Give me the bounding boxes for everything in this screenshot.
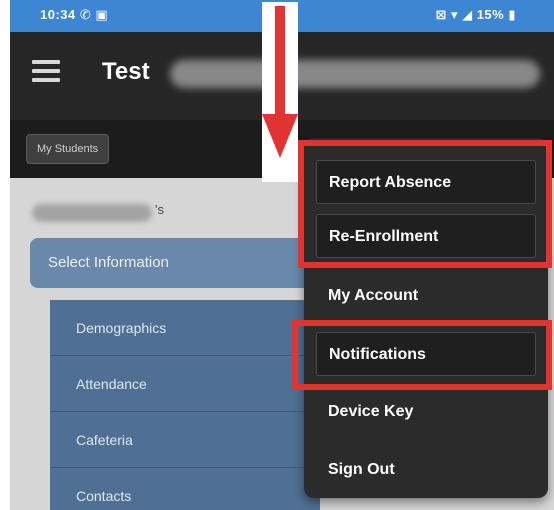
student-name-suffix: 's: [155, 202, 164, 217]
list-item-demographics[interactable]: Demographics: [50, 300, 320, 356]
menu-item-sign-out[interactable]: Sign Out: [316, 448, 536, 492]
menu-item-device-key[interactable]: Device Key: [316, 390, 536, 434]
menu-item-my-account[interactable]: My Account: [316, 274, 536, 318]
highlight-box-notifications: [292, 320, 552, 390]
down-arrow-icon: [262, 2, 298, 182]
hamburger-menu-icon[interactable]: [32, 60, 60, 82]
my-students-button[interactable]: My Students: [26, 134, 110, 164]
list-item-attendance[interactable]: Attendance: [50, 356, 320, 412]
highlight-box-absence-reenrollment: [298, 140, 552, 268]
status-indicators: ⊠ ▾ ◢ 15% ▮: [435, 7, 516, 22]
app-title: Test: [102, 58, 150, 85]
status-time: 10:34 ✆ ▣: [40, 7, 109, 22]
list-item-cafeteria[interactable]: Cafeteria: [50, 412, 320, 468]
list-item-contacts[interactable]: Contacts: [50, 468, 320, 510]
phone-screen: 10:34 ✆ ▣ ⊠ ▾ ◢ 15% ▮ Test My Students '…: [10, 0, 554, 510]
redacted-title: [170, 60, 540, 88]
select-information-header[interactable]: Select Information: [30, 238, 320, 288]
redacted-student-name: [32, 204, 152, 222]
